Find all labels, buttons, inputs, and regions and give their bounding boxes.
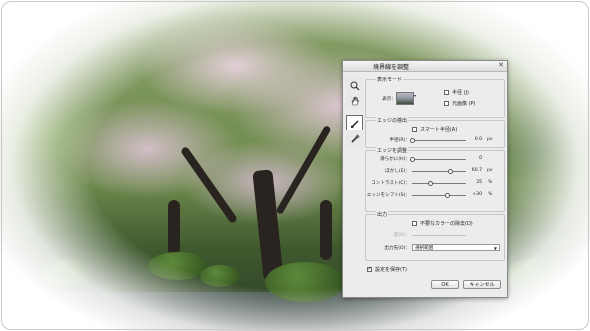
remember-settings-label: 設定を保存(T) bbox=[375, 267, 407, 273]
bush bbox=[505, 258, 565, 292]
adjust-edge-section: エッジを調整 滑らかに(H)： 0 ぼかし(E)： 60.7 px コントラスト… bbox=[365, 147, 505, 212]
shift-edge-slider-track[interactable] bbox=[412, 193, 466, 198]
bush bbox=[40, 260, 90, 286]
hand-tool-icon[interactable] bbox=[346, 92, 363, 109]
contrast-value[interactable]: 35 bbox=[470, 180, 482, 185]
smooth-label: 滑らかに(H)： bbox=[379, 157, 410, 162]
contrast-slider-thumb[interactable] bbox=[428, 181, 434, 186]
dialog-title: 境界線を調整 bbox=[373, 64, 410, 71]
amount-label: 量(N)： bbox=[393, 233, 410, 238]
radius-slider-track[interactable] bbox=[409, 138, 466, 143]
shift-edge-slider-thumb[interactable] bbox=[444, 193, 450, 198]
smooth-slider-track[interactable] bbox=[409, 157, 466, 162]
amount-slider-track bbox=[412, 235, 466, 236]
smooth-slider-thumb[interactable] bbox=[409, 157, 415, 162]
close-icon[interactable]: ✕ bbox=[498, 61, 504, 69]
contrast-unit: % bbox=[488, 180, 493, 185]
decontaminate-colors-checkbox[interactable] bbox=[412, 221, 417, 226]
feather-unit: px bbox=[487, 168, 493, 173]
output-section: 出力 不要なカラーの除去(D) 量(N)： 出力先(O)： 選択範囲 ▼ bbox=[365, 211, 505, 261]
view-mode-title: 表示モード bbox=[376, 76, 404, 83]
bush bbox=[265, 262, 345, 302]
feather-slider-thumb[interactable] bbox=[448, 169, 454, 174]
bush bbox=[200, 265, 240, 287]
erase-refinements-icon[interactable] bbox=[346, 130, 363, 147]
show-original-checkbox[interactable] bbox=[444, 101, 449, 106]
shift-edge-label: エッジをシフト(S)： bbox=[366, 193, 410, 198]
radius-label: 半径(R)： bbox=[389, 138, 410, 143]
refine-edge-dialog: 境界線を調整 ✕ 表示モード 表示： ▾ 半径 (J) 元画像 (P) エッジの… bbox=[342, 60, 508, 298]
feather-value[interactable]: 60.7 bbox=[470, 168, 482, 173]
output-to-label: 出力先(O)： bbox=[384, 246, 410, 251]
tree-branch bbox=[179, 145, 239, 225]
feather-slider-track[interactable] bbox=[412, 169, 466, 174]
contrast-slider-track[interactable] bbox=[412, 181, 466, 186]
remember-settings-checkbox[interactable] bbox=[367, 266, 372, 272]
view-label: 表示： bbox=[382, 97, 396, 102]
tree-trunk bbox=[252, 169, 284, 281]
shift-edge-value[interactable]: +30 bbox=[470, 192, 482, 197]
output-to-select[interactable]: 選択範囲 ▼ bbox=[412, 244, 500, 251]
bush bbox=[148, 252, 208, 280]
edge-detection-section: エッジの検出 スマート半径(A) 半径(R)： 0.0 px bbox=[365, 117, 505, 148]
show-original-label: 元画像 (P) bbox=[452, 101, 476, 107]
smart-radius-label: スマート半径(A) bbox=[420, 127, 458, 133]
dialog-titlebar[interactable]: 境界線を調整 ✕ bbox=[343, 61, 507, 72]
feather-label: ぼかし(E)： bbox=[385, 169, 410, 174]
smooth-value[interactable]: 0 bbox=[470, 156, 482, 161]
ok-button[interactable]: OK bbox=[431, 280, 459, 289]
radius-unit: px bbox=[487, 137, 493, 142]
radius-slider-thumb[interactable] bbox=[409, 138, 415, 143]
edge-detection-title: エッジの検出 bbox=[376, 117, 409, 124]
preview-dropdown-icon[interactable]: ▾ bbox=[414, 93, 416, 98]
decontaminate-colors-label: 不要なカラーの除去(D) bbox=[420, 221, 473, 227]
output-to-value: 選択範囲 bbox=[415, 246, 434, 251]
smart-radius-checkbox[interactable] bbox=[412, 127, 417, 132]
view-mode-section: 表示モード 表示： ▾ 半径 (J) 元画像 (P) bbox=[365, 76, 505, 118]
view-mode-preview[interactable] bbox=[396, 92, 414, 105]
adjust-edge-title: エッジを調整 bbox=[376, 147, 409, 154]
tree-trunk bbox=[320, 200, 332, 260]
show-radius-checkbox[interactable] bbox=[444, 90, 449, 95]
radius-value[interactable]: 0.0 bbox=[470, 137, 482, 142]
chevron-down-icon: ▼ bbox=[493, 246, 497, 251]
shift-edge-unit: % bbox=[488, 192, 493, 197]
show-radius-label: 半径 (J) bbox=[452, 90, 469, 96]
cancel-button[interactable]: キャンセル bbox=[463, 280, 501, 289]
output-title: 出力 bbox=[376, 211, 389, 218]
tree-trunk bbox=[168, 200, 180, 255]
contrast-label: コントラスト(C)： bbox=[371, 181, 410, 186]
